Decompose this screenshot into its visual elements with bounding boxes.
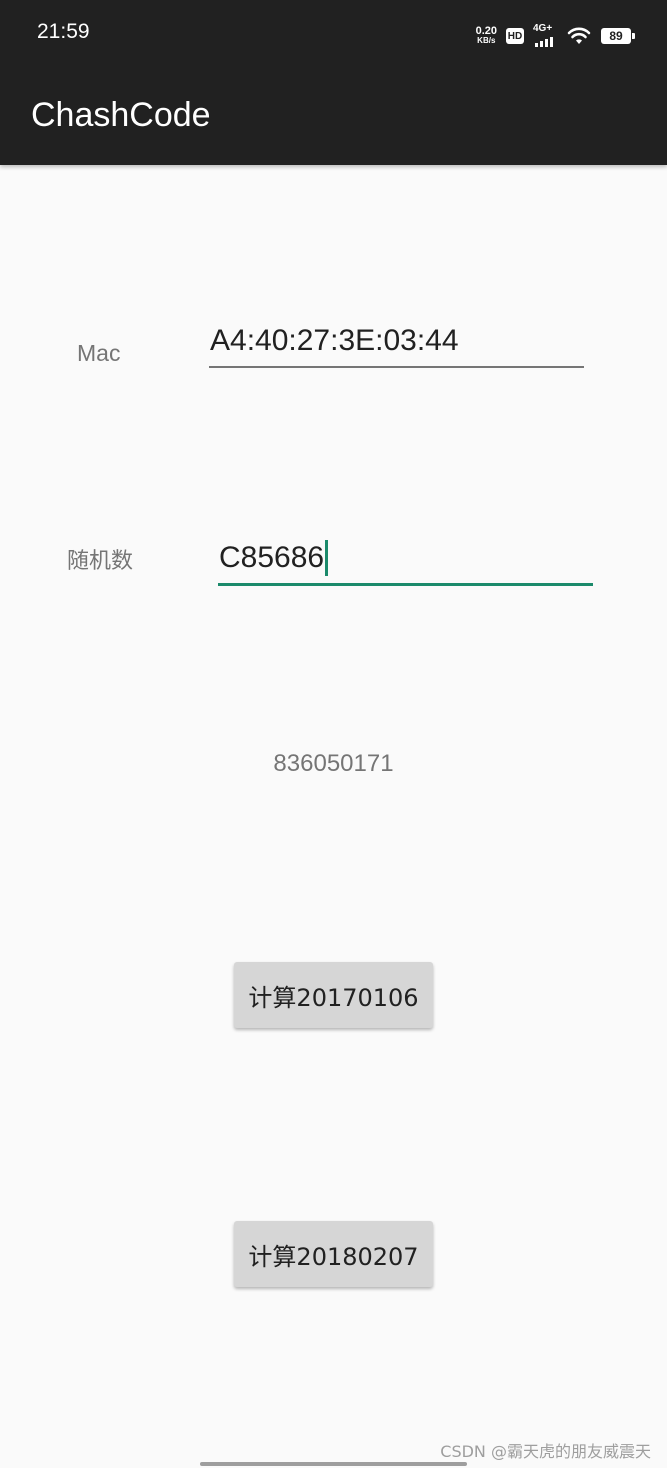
- signal-bars: [535, 37, 553, 47]
- result-text: 836050171: [273, 750, 394, 777]
- hd-icon: HD: [506, 28, 524, 44]
- mac-input[interactable]: A4:40:27:3E:03:44: [210, 323, 459, 359]
- watermark: CSDN @霸天虎的朋友威震天: [440, 1442, 651, 1461]
- battery-icon: 89: [601, 28, 635, 44]
- network-speed-indicator: 0.20 KB/s: [476, 26, 497, 46]
- battery-level: 89: [609, 29, 623, 43]
- calculate-20180207-button[interactable]: 计算20180207: [234, 1221, 433, 1287]
- random-number-label: 随机数: [67, 549, 134, 574]
- mac-input-value: A4:40:27:3E:03:44: [210, 324, 459, 357]
- network-speed-unit: KB/s: [477, 36, 496, 45]
- random-number-input-underline: [218, 583, 593, 586]
- network-speed-value: 0.20: [475, 25, 497, 37]
- cellular-signal-icon: 4G+: [533, 23, 557, 47]
- calculate-20170106-button[interactable]: 计算20170106: [234, 962, 433, 1028]
- random-number-input[interactable]: C85686: [219, 540, 329, 576]
- mac-label: Mac: [77, 340, 121, 366]
- mac-input-underline: [209, 366, 584, 368]
- status-time: 21:59: [37, 20, 90, 43]
- top-app-bar: 21:59 0.20 KB/s HD 4G+ 89 ChashCode: [0, 0, 667, 165]
- text-cursor: [325, 540, 329, 576]
- network-type-label: 4G+: [533, 23, 553, 34]
- status-icons: 0.20 KB/s HD 4G+ 89: [476, 22, 635, 50]
- wifi-icon: [567, 27, 591, 44]
- home-indicator[interactable]: [200, 1462, 467, 1466]
- app-title: ChashCode: [31, 96, 211, 134]
- random-number-input-value: C85686: [219, 541, 325, 574]
